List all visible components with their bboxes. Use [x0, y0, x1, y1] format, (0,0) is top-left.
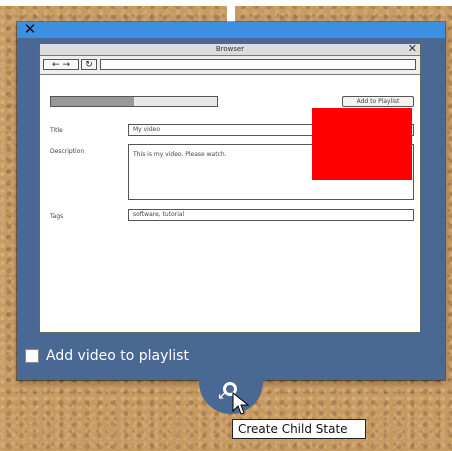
- checkbox-label: Add video to playlist: [46, 348, 189, 364]
- back-icon[interactable]: ←: [52, 60, 60, 70]
- progress-bar: [50, 96, 218, 107]
- forward-icon[interactable]: →: [62, 60, 70, 70]
- tooltip: Create Child State: [232, 419, 366, 439]
- selection-highlight: [312, 108, 412, 180]
- top-border: [0, 0, 452, 6]
- progress-fill: [51, 97, 134, 106]
- top-gap: [227, 0, 235, 22]
- browser-title: Browser: [215, 45, 245, 53]
- popup-overlay: ✕ Browser ✕ ← → ↻ Add to Playlist Title …: [17, 21, 445, 380]
- browser-mockup: Browser ✕ ← → ↻ Add to Playlist Title My…: [39, 43, 421, 333]
- create-child-state-handle[interactable]: ↙: [199, 372, 263, 414]
- title-label: Title: [50, 127, 63, 134]
- url-bar[interactable]: [100, 59, 416, 70]
- add-to-playlist-checkbox[interactable]: [25, 349, 39, 363]
- refresh-icon: ↻: [85, 60, 93, 70]
- browser-navbar: ← → ↻: [40, 56, 420, 75]
- tags-label: Tags: [50, 213, 64, 220]
- arrow-icon: ↙: [217, 387, 229, 403]
- tags-field[interactable]: software, tutorial: [128, 209, 414, 221]
- mouse-pointer-icon: [232, 392, 250, 415]
- browser-close-icon[interactable]: ✕: [408, 43, 417, 55]
- overlay-titlebar: [17, 22, 445, 38]
- close-icon[interactable]: ✕: [23, 21, 37, 37]
- description-label: Description: [50, 148, 85, 155]
- add-to-playlist-button[interactable]: Add to Playlist: [342, 96, 414, 107]
- back-forward-buttons[interactable]: ← →: [43, 59, 79, 70]
- browser-titlebar: Browser ✕: [40, 43, 420, 56]
- refresh-button[interactable]: ↻: [81, 59, 97, 70]
